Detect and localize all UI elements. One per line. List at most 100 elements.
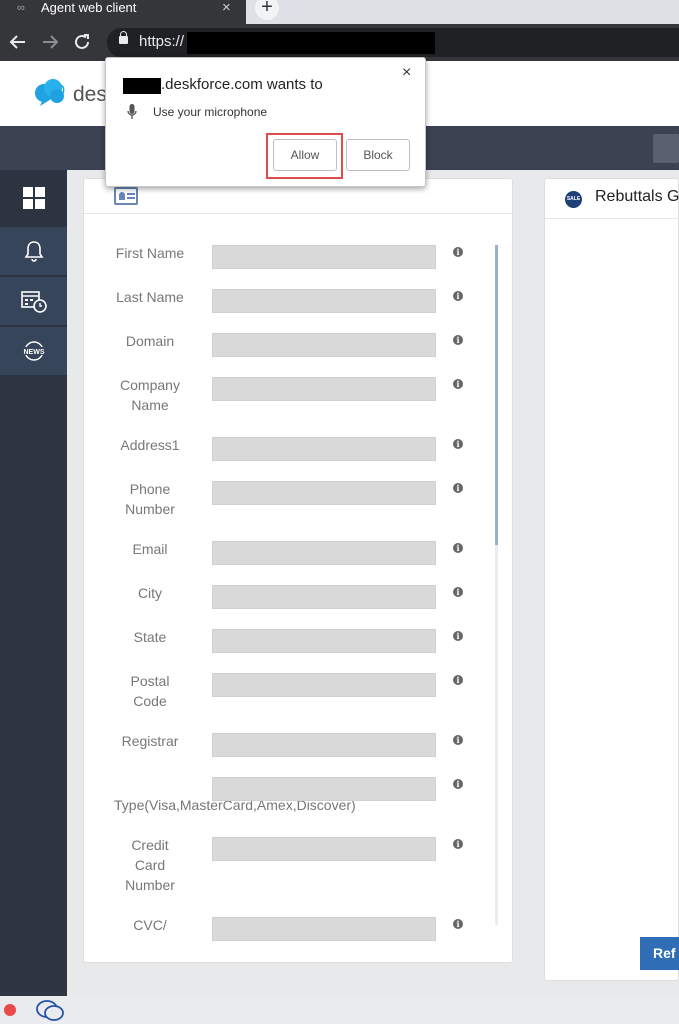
- microphone-permission-popup: .deskforce.com wants to × Use your micro…: [105, 57, 426, 187]
- field-input[interactable]: [212, 481, 436, 505]
- redacted-url: [187, 32, 435, 54]
- info-icon[interactable]: i: [453, 587, 463, 597]
- rebuttals-panel: SALE Rebuttals G Ref: [544, 178, 679, 981]
- reload-icon[interactable]: [73, 33, 91, 51]
- sale-badge-icon: SALE: [565, 191, 582, 208]
- field-input[interactable]: [212, 245, 436, 269]
- rebuttals-panel-header: SALE Rebuttals G: [545, 179, 679, 219]
- info-icon[interactable]: i: [453, 291, 463, 301]
- microphone-icon: [127, 104, 137, 119]
- field-input[interactable]: [212, 837, 436, 861]
- field-label-line: CVC/: [133, 917, 167, 933]
- calendar-clock-icon: [20, 291, 47, 313]
- field-label-line: Address1: [120, 437, 180, 453]
- field-label: Email: [106, 539, 194, 559]
- field-input[interactable]: [212, 437, 436, 461]
- header-action-button[interactable]: [653, 134, 679, 163]
- popup-close-icon[interactable]: ×: [402, 64, 411, 82]
- sidebar-item-calendar[interactable]: [0, 277, 67, 326]
- field-label: First Name: [106, 243, 194, 263]
- field-label-line: Phone: [129, 481, 171, 497]
- sidebar: NEWS: [0, 170, 67, 1000]
- rebuttals-title: Rebuttals G: [595, 188, 679, 205]
- field-label: City: [106, 583, 194, 603]
- browser-tab[interactable]: ∞ Agent web client ×: [0, 0, 246, 24]
- form-scrollbar[interactable]: [495, 245, 498, 925]
- deskforce-logo-icon: [35, 79, 65, 106]
- permission-description: Use your microphone: [153, 105, 268, 119]
- field-label-line: Email: [132, 541, 168, 557]
- info-icon[interactable]: i: [453, 779, 463, 789]
- info-icon[interactable]: i: [453, 919, 463, 929]
- field-label-line: State: [133, 629, 167, 645]
- tab-favicon-icon: ∞: [17, 2, 25, 14]
- field-input[interactable]: [212, 289, 436, 313]
- news-icon-label: NEWS: [23, 349, 44, 356]
- lock-icon: [119, 31, 128, 44]
- sidebar-item-news[interactable]: NEWS: [0, 327, 67, 376]
- field-label-line: Number: [125, 501, 175, 517]
- info-icon[interactable]: i: [453, 543, 463, 553]
- news-icon: NEWS: [21, 341, 46, 361]
- field-input[interactable]: [212, 585, 436, 609]
- field-label: Postal Code: [106, 671, 194, 711]
- field-label-line: Company: [120, 377, 180, 393]
- address-bar[interactable]: https://: [107, 28, 679, 57]
- field-label: Last Name: [106, 287, 194, 307]
- field-label-line: City: [137, 585, 163, 601]
- field-label-line: First Name: [115, 245, 185, 261]
- field-input[interactable]: [212, 333, 436, 357]
- chat-bubbles-icon[interactable]: [35, 998, 65, 1024]
- field-label-line: Code: [133, 693, 167, 709]
- footer-bar: [0, 996, 679, 1024]
- field-label-line: Number: [125, 877, 175, 893]
- field-label-line: Credit: [131, 837, 169, 853]
- field-label-line: Name: [131, 397, 169, 413]
- info-icon[interactable]: i: [453, 631, 463, 641]
- field-label-line: Registrar: [121, 733, 179, 749]
- info-icon[interactable]: i: [453, 675, 463, 685]
- bell-icon: [24, 241, 43, 262]
- dashboard-grid-icon: [22, 186, 45, 209]
- forward-arrow-icon[interactable]: [41, 33, 59, 51]
- field-input[interactable]: [212, 377, 436, 401]
- field-input[interactable]: [212, 629, 436, 653]
- new-tab-button[interactable]: +: [255, 0, 279, 20]
- browser-toolbar: https://: [0, 24, 679, 61]
- field-input[interactable]: [212, 541, 436, 565]
- field-input[interactable]: [212, 777, 436, 801]
- info-icon[interactable]: i: [453, 839, 463, 849]
- form-scrollbar-thumb[interactable]: [495, 245, 498, 545]
- field-label: Company Name: [106, 375, 194, 415]
- info-icon[interactable]: i: [453, 483, 463, 493]
- contact-form-panel: First Name i Last Name i Domain i Company Name i…: [83, 178, 513, 963]
- field-input[interactable]: [212, 733, 436, 757]
- permission-title: .deskforce.com wants to: [161, 76, 323, 93]
- allow-button[interactable]: Allow: [273, 139, 337, 171]
- sidebar-item-notifications[interactable]: [0, 227, 67, 276]
- field-label-line: Last Name: [116, 289, 184, 305]
- info-icon[interactable]: i: [453, 247, 463, 257]
- info-icon[interactable]: i: [453, 335, 463, 345]
- field-input[interactable]: [212, 917, 436, 941]
- field-label: Phone Number: [106, 479, 194, 519]
- sidebar-item-dashboard[interactable]: [0, 170, 67, 226]
- info-icon[interactable]: i: [453, 439, 463, 449]
- field-input[interactable]: [212, 673, 436, 697]
- back-arrow-icon[interactable]: [9, 33, 27, 51]
- tab-close-icon[interactable]: ×: [222, 0, 231, 16]
- refresh-button[interactable]: Ref: [640, 937, 679, 970]
- block-button[interactable]: Block: [346, 139, 410, 171]
- field-label: Credit Card Number: [106, 835, 194, 895]
- field-label: Registrar: [106, 731, 194, 751]
- field-label-line: Postal: [130, 673, 170, 689]
- info-icon[interactable]: i: [453, 379, 463, 389]
- field-label: CVC/: [106, 915, 194, 935]
- id-card-icon: [114, 187, 138, 205]
- tab-title: Agent web client: [41, 0, 137, 15]
- recording-dot-icon: [4, 1004, 16, 1016]
- field-label: Address1: [106, 435, 194, 455]
- browser-tabstrip: ∞ Agent web client × +: [0, 0, 679, 24]
- info-icon[interactable]: i: [453, 735, 463, 745]
- field-label: State: [106, 627, 194, 647]
